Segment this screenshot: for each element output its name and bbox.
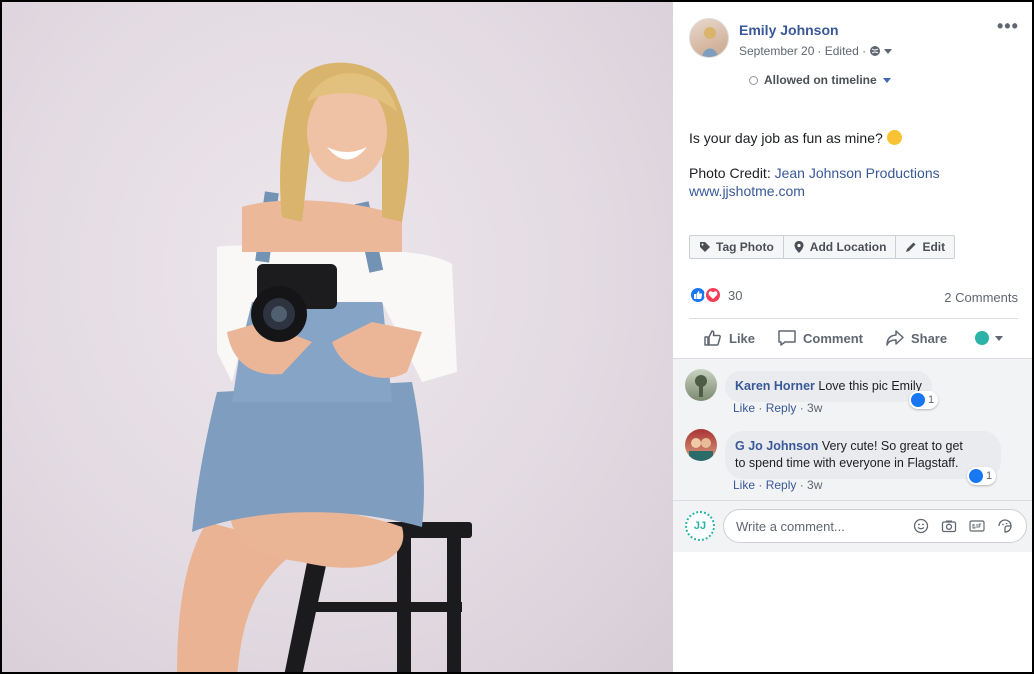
post-text: Is your day job as fun as mine? — [689, 128, 902, 146]
composer-icons — [912, 517, 1014, 535]
comment-meta: Like · Reply · 3w — [733, 478, 823, 492]
comment-text: Love this pic Emily — [818, 379, 922, 393]
commenter-name[interactable]: Karen Horner — [735, 379, 815, 393]
comment-text: Very cute! So great to get — [821, 439, 963, 453]
reaction-summary[interactable]: 30 — [689, 286, 742, 304]
comments-count-link[interactable]: 2 Comments — [944, 290, 1018, 305]
comment-text: to spend time with everyone in Flagstaff… — [735, 456, 959, 470]
comment-button[interactable]: Comment — [777, 328, 863, 348]
love-reaction-icon — [704, 286, 722, 304]
page-avatar-small — [975, 331, 990, 345]
like-label: Like — [729, 330, 756, 346]
post-text-content: Is your day job as fun as mine? — [689, 130, 883, 146]
photo-actions: Tag Photo Add Location Edit — [689, 235, 956, 259]
emoji-icon[interactable] — [912, 517, 930, 535]
post-details-panel: Emily Johnson September 20 · Edited · ••… — [673, 2, 1032, 672]
page-avatar[interactable]: JJ — [685, 511, 715, 541]
photo-illustration — [177, 62, 472, 672]
comment-time[interactable]: 3w — [807, 401, 822, 415]
edited-label[interactable]: · Edited · — [817, 44, 866, 58]
comment-input[interactable] — [736, 518, 906, 534]
commenter-avatar[interactable] — [685, 369, 717, 401]
like-reaction-icon — [911, 393, 925, 407]
comment-reactions[interactable]: 1 — [967, 467, 997, 485]
post-action-bar: Like Comment Share — [689, 322, 1018, 354]
tag-photo-button[interactable]: Tag Photo — [690, 236, 784, 258]
comment-label: Comment — [803, 330, 863, 346]
comment-reply-link[interactable]: Reply — [766, 401, 797, 415]
credit-page-link[interactable]: Jean Johnson Productions — [775, 165, 940, 181]
post-date[interactable]: September 20 — [739, 44, 814, 58]
author-avatar[interactable] — [689, 18, 729, 58]
comment-like-count: 1 — [928, 394, 935, 406]
panel-footer-space — [673, 552, 1032, 672]
comment-bubble-icon — [778, 330, 796, 346]
thumbs-up-icon — [704, 330, 721, 346]
tag-icon — [700, 242, 710, 252]
comment-reply-link[interactable]: Reply — [766, 478, 797, 492]
post-as-selector[interactable] — [969, 331, 1004, 345]
credit-url-link[interactable]: www.jjshotme.com — [689, 183, 805, 199]
edit-label: Edit — [922, 240, 946, 254]
like-reaction-icon — [969, 469, 983, 483]
post-photo[interactable] — [2, 2, 673, 672]
camera-icon[interactable] — [940, 517, 958, 535]
share-button[interactable]: Share — [885, 328, 947, 348]
comment-meta: Like · Reply · 3w — [733, 401, 823, 415]
chevron-down-icon — [882, 77, 891, 83]
timeline-visibility[interactable]: Allowed on timeline — [749, 73, 891, 87]
sticker-icon[interactable] — [996, 517, 1014, 535]
comment-bubble: G Jo Johnson Very cute! So great to get … — [725, 431, 1001, 479]
credit-label: Photo Credit: — [689, 165, 771, 181]
comment-reactions[interactable]: 1 — [909, 391, 939, 409]
radio-ring-icon — [749, 75, 758, 85]
comment-input-box[interactable] — [723, 509, 1027, 543]
timeline-label: Allowed on timeline — [764, 73, 877, 87]
comment-like-count: 1 — [986, 470, 993, 482]
privacy-chevron-down-icon[interactable] — [884, 48, 893, 54]
author-name[interactable]: Emily Johnson — [739, 22, 839, 38]
like-button[interactable]: Like — [703, 328, 755, 348]
photo-credit: Photo Credit: Jean Johnson Productions w… — [689, 164, 940, 200]
pencil-icon — [906, 242, 916, 252]
commenter-name[interactable]: G Jo Johnson — [735, 439, 818, 453]
upside-down-face-emoji-icon — [886, 130, 902, 145]
location-pin-icon — [794, 241, 804, 253]
edit-button[interactable]: Edit — [896, 236, 954, 258]
globe-icon[interactable] — [869, 45, 881, 57]
share-label: Share — [910, 330, 948, 346]
more-options-icon[interactable]: ••• — [997, 16, 1019, 37]
divider — [689, 318, 1018, 319]
add-location-label: Add Location — [809, 240, 887, 254]
tag-photo-label: Tag Photo — [716, 240, 774, 254]
comment-like-link[interactable]: Like — [733, 401, 755, 415]
chevron-down-icon — [995, 335, 1004, 341]
share-arrow-icon — [886, 330, 904, 346]
post-meta: September 20 · Edited · — [739, 44, 893, 58]
add-location-button[interactable]: Add Location — [784, 236, 897, 258]
commenter-avatar[interactable] — [685, 429, 717, 461]
comment-bubble: Karen Horner Love this pic Emily — [725, 371, 932, 402]
comment-like-link[interactable]: Like — [733, 478, 755, 492]
reaction-count: 30 — [728, 287, 743, 303]
post-viewer: Emily Johnson September 20 · Edited · ••… — [0, 0, 1034, 674]
comment-composer: JJ — [673, 500, 1032, 552]
gif-icon[interactable] — [968, 517, 986, 535]
comment-time[interactable]: 3w — [807, 478, 822, 492]
